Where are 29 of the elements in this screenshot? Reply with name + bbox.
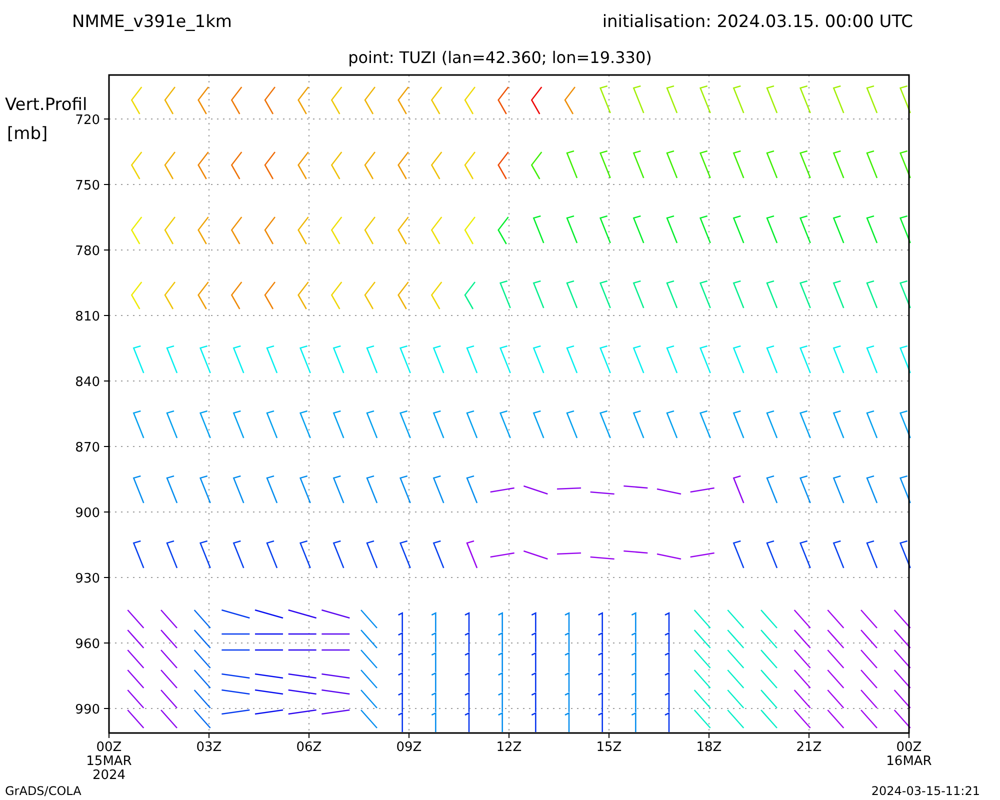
pressure-tick-label: 720 — [75, 113, 100, 128]
pressure-tick-label: 960 — [75, 637, 100, 652]
time-tick-label: 00Z — [96, 740, 122, 755]
pressure-tick-label: 930 — [75, 572, 100, 586]
time-tick-label: 12Z — [496, 740, 522, 755]
time-tick-label: 21Z — [796, 740, 822, 755]
pressure-tick-label: 750 — [75, 178, 100, 194]
pressure-tick-label: 900 — [75, 506, 100, 521]
axis-title: Vert.Profil — [5, 95, 88, 115]
time-tick-label: 06Z — [296, 740, 322, 755]
year-label: 2024 — [92, 768, 126, 783]
pressure-tick-label: 870 — [75, 440, 100, 456]
time-tick-label: 03Z — [196, 740, 222, 755]
date-label: 15MAR — [86, 754, 132, 769]
pressure-tick-label: 990 — [75, 702, 100, 718]
initialisation-time: initialisation: 2024.03.15. 00:00 UTC — [602, 12, 913, 32]
time-tick-label: 00Z — [896, 740, 922, 755]
time-tick-label: 15Z — [596, 740, 622, 755]
plot-timestamp: 2024-03-15-11:21 — [871, 784, 980, 798]
axis-unit: [mb] — [7, 124, 48, 144]
pressure-tick-label: 810 — [75, 310, 100, 324]
date-label: 16MAR — [886, 754, 932, 769]
software-credit: GrADS/COLA — [5, 784, 82, 798]
model-name: NMME_v391e_1km — [72, 12, 232, 32]
time-tick-label: 09Z — [396, 740, 422, 755]
pressure-tick-label: 840 — [75, 375, 100, 390]
pressure-tick-label: 780 — [75, 244, 100, 259]
time-tick-label: 18Z — [696, 740, 722, 755]
point-location: point: TUZI (lan=42.360; lon=19.330) — [348, 48, 652, 67]
